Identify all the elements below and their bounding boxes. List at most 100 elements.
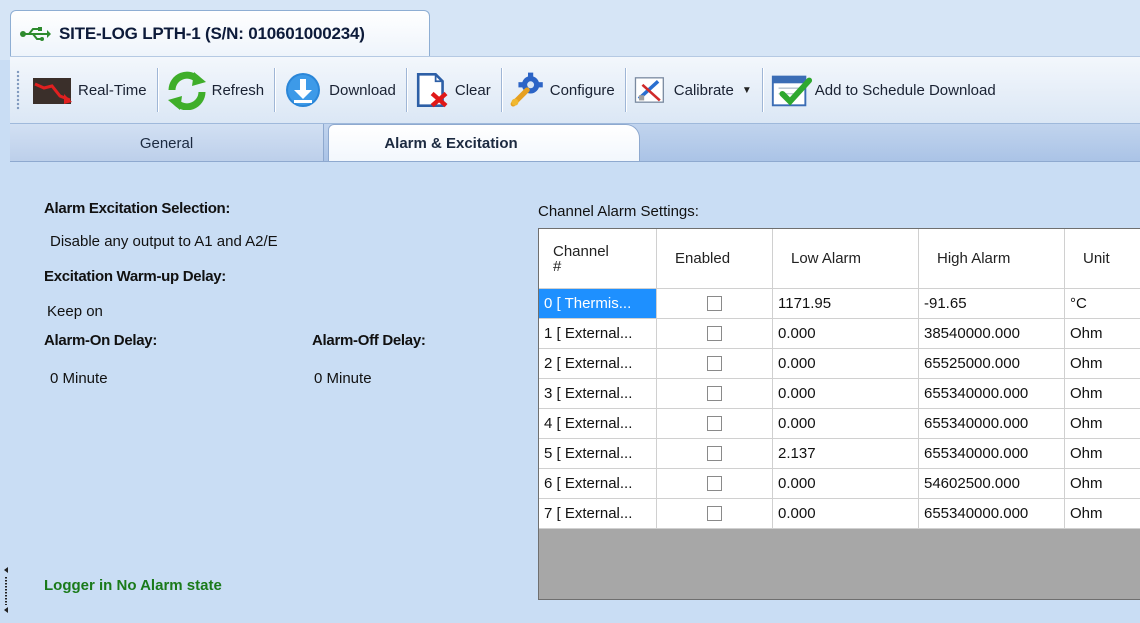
channel-cell[interactable]: 3 [ External... [539,379,657,409]
toolbar-grip[interactable] [16,70,20,110]
clear-icon [416,73,448,108]
column-header-enabled[interactable]: Enabled [657,229,773,289]
alarm-off-delay-value[interactable]: 0 Minute [314,370,372,387]
calibrate-label: Calibrate [673,81,734,99]
download-label: Download [329,81,396,99]
low-alarm-cell[interactable]: 0.000 [773,379,919,409]
high-alarm-cell[interactable]: 655340000.000 [919,439,1065,469]
enabled-checkbox[interactable] [707,296,722,311]
unit-cell[interactable]: Ohm [1065,469,1140,499]
download-button[interactable]: Download [279,64,402,116]
unit-cell[interactable]: Ohm [1065,349,1140,379]
configure-label: Configure [549,81,615,99]
enabled-checkbox[interactable] [707,446,722,461]
table-row[interactable]: 1 [ External... 0.000 38540000.000 Ohm [539,319,1140,349]
toolbar-separator [405,68,407,112]
clear-button[interactable]: Clear [411,64,497,116]
low-alarm-cell[interactable]: 0.000 [773,349,919,379]
high-alarm-cell[interactable]: -91.65 [919,289,1065,319]
toolbar-separator [274,68,276,112]
toolbar-separator [156,68,158,112]
enabled-cell[interactable] [657,349,773,379]
enabled-checkbox[interactable] [707,416,722,431]
high-alarm-cell[interactable]: 65525000.000 [919,349,1065,379]
enabled-cell[interactable] [657,289,773,319]
warmup-delay-value[interactable]: Keep on [47,303,103,320]
high-alarm-cell[interactable]: 655340000.000 [919,379,1065,409]
channel-cell[interactable]: 0 [ Thermis... [539,289,657,319]
channel-cell[interactable]: 4 [ External... [539,409,657,439]
alarm-off-delay-label: Alarm-Off Delay: [312,332,426,349]
column-header-channel[interactable]: Channel # [539,229,657,289]
channel-cell[interactable]: 6 [ External... [539,469,657,499]
enabled-checkbox[interactable] [707,506,722,521]
realtime-chart-icon [33,78,72,104]
table-row[interactable]: 3 [ External... 0.000 655340000.000 Ohm [539,379,1140,409]
unit-cell[interactable]: Ohm [1065,499,1140,529]
low-alarm-cell[interactable]: 0.000 [773,409,919,439]
enabled-cell[interactable] [657,499,773,529]
download-icon [286,73,321,107]
channel-cell[interactable]: 5 [ External... [539,439,657,469]
tab-content-border [10,161,1140,162]
tab-alarm-excitation[interactable]: Alarm & Excitation [328,124,640,162]
enabled-cell[interactable] [657,379,773,409]
excitation-selection-value[interactable]: Disable any output to A1 and A2/E [50,233,278,250]
table-row[interactable]: 0 [ Thermis... 1171.95 -91.65 °C [539,289,1140,319]
unit-cell[interactable]: Ohm [1065,319,1140,349]
channel-cell[interactable]: 7 [ External... [539,499,657,529]
high-alarm-cell[interactable]: 38540000.000 [919,319,1065,349]
add-to-schedule-download-button[interactable]: Add to Schedule Download [767,64,1002,116]
unit-cell[interactable]: Ohm [1065,439,1140,469]
enabled-checkbox[interactable] [707,326,722,341]
unit-cell[interactable]: Ohm [1065,409,1140,439]
high-alarm-cell[interactable]: 655340000.000 [919,499,1065,529]
enabled-checkbox[interactable] [707,386,722,401]
table-row[interactable]: 4 [ External... 0.000 655340000.000 Ohm [539,409,1140,439]
channel-cell[interactable]: 2 [ External... [539,349,657,379]
unit-cell[interactable]: Ohm [1065,379,1140,409]
high-alarm-cell[interactable]: 655340000.000 [919,409,1065,439]
schedule-download-icon [771,75,812,107]
tab-general[interactable]: General [10,124,324,162]
enabled-cell[interactable] [657,469,773,499]
table-row[interactable]: 7 [ External... 0.000 655340000.000 Ohm [539,499,1140,529]
usb-icon [20,26,51,41]
calibrate-icon [634,77,664,103]
alarm-on-delay-value[interactable]: 0 Minute [50,370,108,387]
configure-icon [510,72,543,107]
calibrate-button[interactable]: Calibrate ▼ [630,64,758,116]
enabled-checkbox[interactable] [707,476,722,491]
column-header-channel-text: Channel # [553,242,609,275]
enabled-cell[interactable] [657,409,773,439]
channel-alarm-grid: Channel # Enabled Low Alarm High Alarm Un… [538,228,1140,600]
toolbar-separator [761,68,763,112]
enabled-cell[interactable] [657,439,773,469]
splitter-grip[interactable] [2,565,10,615]
low-alarm-cell[interactable]: 0.000 [773,499,919,529]
column-header-low-alarm[interactable]: Low Alarm [773,229,919,289]
channel-cell[interactable]: 1 [ External... [539,319,657,349]
unit-cell[interactable]: °C [1065,289,1140,319]
high-alarm-cell[interactable]: 54602500.000 [919,469,1065,499]
configure-button[interactable]: Configure [506,64,621,116]
refresh-button[interactable]: Refresh [162,64,271,116]
table-row[interactable]: 2 [ External... 0.000 65525000.000 Ohm [539,349,1140,379]
chevron-down-icon[interactable]: ▼ [742,85,752,96]
table-row[interactable]: 5 [ External... 2.137 655340000.000 Ohm [539,439,1140,469]
column-header-unit[interactable]: Unit [1065,229,1140,289]
table-row[interactable]: 6 [ External... 0.000 54602500.000 Ohm [539,469,1140,499]
realtime-button[interactable]: Real-Time [28,64,153,116]
low-alarm-cell[interactable]: 2.137 [773,439,919,469]
enabled-checkbox[interactable] [707,356,722,371]
table-header-row: Channel # Enabled Low Alarm High Alarm Un… [539,229,1140,289]
realtime-label: Real-Time [78,81,147,99]
enabled-cell[interactable] [657,319,773,349]
tab-alarm-excitation-label: Alarm & Excitation [384,135,518,152]
refresh-label: Refresh [211,81,265,99]
column-header-high-alarm[interactable]: High Alarm [919,229,1065,289]
low-alarm-cell[interactable]: 0.000 [773,469,919,499]
low-alarm-cell[interactable]: 0.000 [773,319,919,349]
low-alarm-cell[interactable]: 1171.95 [773,289,919,319]
device-tab[interactable]: SITE-LOG LPTH-1 (S/N: 010601000234) [10,10,430,56]
